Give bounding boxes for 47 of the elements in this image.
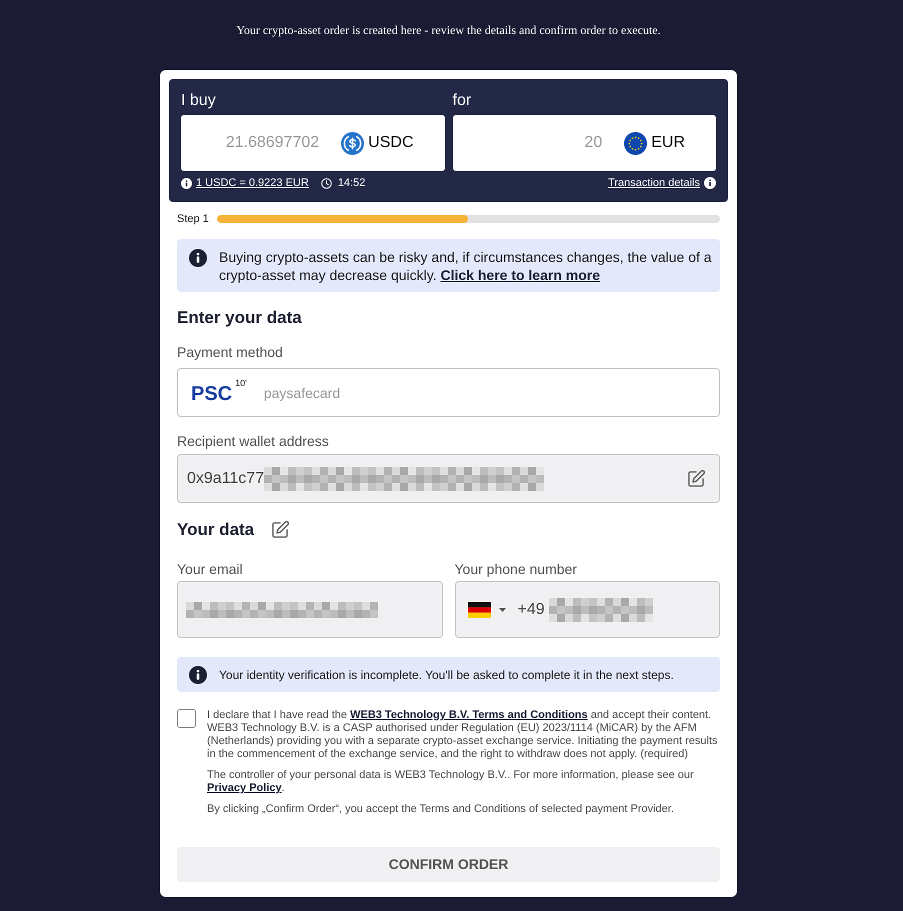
payment-method-name: paysafecard (264, 384, 340, 402)
currency-label: EUR (651, 133, 685, 153)
learn-more-link[interactable]: Click here to learn more (440, 267, 600, 283)
banner-text: Your crypto-asset order is created here - review the details and confirm order to execute. (235, 22, 662, 38)
phone-field[interactable]: +49 (454, 581, 720, 638)
info-icon (189, 666, 207, 684)
amount-value: 21.68697702 (226, 133, 320, 153)
info-icon (189, 249, 207, 267)
field-label: Payment method (177, 343, 284, 361)
privacy-text: The controller of your personal data is WEB3 Technology B.V.. For more information, please see our Privacy Policy. (207, 769, 695, 795)
terms-link[interactable]: WEB3 Technology B.V. Terms and Conditions (350, 709, 588, 721)
logo-mark: 10' (235, 378, 247, 388)
edit-icon[interactable] (270, 520, 290, 540)
transaction-details-link[interactable]: Transaction details (608, 176, 700, 190)
buy-amount-field[interactable]: 21.68697702 USDC (181, 115, 444, 171)
wallet-address-field[interactable]: 0x9a11c77 (177, 454, 720, 503)
field-label: Your phone number (454, 560, 578, 578)
identity-notice-text: Your identity verification is incomplete. You'll be asked to complete it in the next steps. (219, 666, 674, 682)
logo-text: PSC (191, 382, 232, 406)
exchange-rate-link[interactable]: 1 USDC = 0.9223 EUR (196, 176, 309, 190)
clock-icon (320, 178, 332, 188)
dollar-coin-icon (341, 132, 364, 154)
section-heading: Your data (177, 519, 254, 541)
field-label: Your email (177, 560, 244, 578)
wallet-address-value: 0x9a11c77 (187, 468, 264, 488)
email-field[interactable] (177, 581, 442, 638)
caret-icon[interactable] (498, 608, 506, 612)
section-heading: Enter your data (177, 307, 303, 329)
step-label: Step 1 (177, 212, 209, 226)
privacy-policy-link[interactable]: Privacy Policy (207, 782, 282, 794)
consent-checkbox[interactable] (177, 709, 196, 728)
currency-label: USDC (368, 133, 414, 153)
country-code: +49 (518, 600, 545, 620)
buy-label: I buy (181, 91, 217, 111)
info-icon (704, 177, 716, 189)
field-label: Recipient wallet address (177, 432, 330, 450)
edit-icon[interactable] (686, 468, 706, 488)
pay-label: for (452, 91, 472, 111)
pay-amount-field[interactable]: 20 EUR (452, 115, 716, 171)
provider-terms-text: By clicking „Confirm Order“, you accept the Terms and Conditions of selected payment Provider. (207, 803, 675, 816)
consent-text: I declare that I have read the WEB3 Technology B.V. Terms and Conditions and accept their content. WEB3 Technology B.V. is a CASP authorised under Regulation (EU) 2023/1114 (MiCAR) by the AFM (Netherlands) providing you with a separate crypto-asset exchange service. Initiating the payment results in the commencement of the exchange service, and the right to withdraw does not apply. (required) (207, 709, 719, 761)
info-icon (181, 178, 192, 188)
star-ring-icon (624, 132, 648, 154)
risk-notice-text: Buying crypto-assets can be risky and, if circumstances changes, the value of a crypto-asset may decrease quickly. Click here to learn more (219, 248, 712, 284)
flag-icon (468, 602, 490, 618)
timer-text: 14:52 (338, 176, 366, 190)
amount-value: 20 (584, 133, 602, 153)
